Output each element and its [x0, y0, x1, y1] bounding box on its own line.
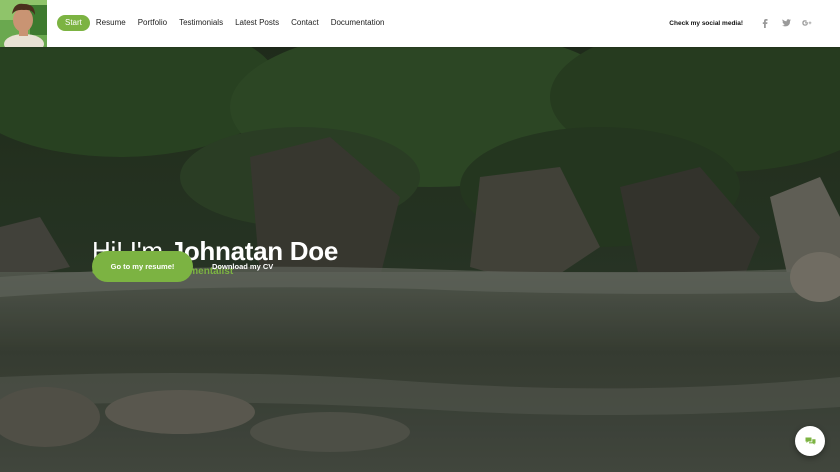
nav-latest-posts[interactable]: Latest Posts — [229, 15, 285, 31]
nav-resume[interactable]: Resume — [90, 15, 132, 31]
chat-icon — [805, 437, 815, 445]
site-header: Start Resume Portfolio Testimonials Late… — [0, 0, 840, 47]
twitter-icon[interactable] — [777, 16, 795, 30]
social-links: Check my social media! — [669, 16, 816, 30]
go-to-resume-button[interactable]: Go to my resume! — [92, 251, 193, 282]
google-plus-icon[interactable] — [798, 16, 816, 30]
nav-start[interactable]: Start — [57, 15, 90, 31]
social-label: Check my social media! — [669, 19, 743, 27]
download-cv-link[interactable]: Download my CV — [212, 262, 273, 271]
nav-testimonials[interactable]: Testimonials — [173, 15, 229, 31]
facebook-icon[interactable] — [756, 16, 774, 30]
nav-portfolio[interactable]: Portfolio — [132, 15, 173, 31]
avatar[interactable] — [0, 0, 47, 47]
chat-button[interactable] — [795, 426, 825, 456]
nav-contact[interactable]: Contact — [285, 15, 325, 31]
nav-documentation[interactable]: Documentation — [325, 15, 391, 31]
main-nav: Start Resume Portfolio Testimonials Late… — [57, 15, 391, 31]
